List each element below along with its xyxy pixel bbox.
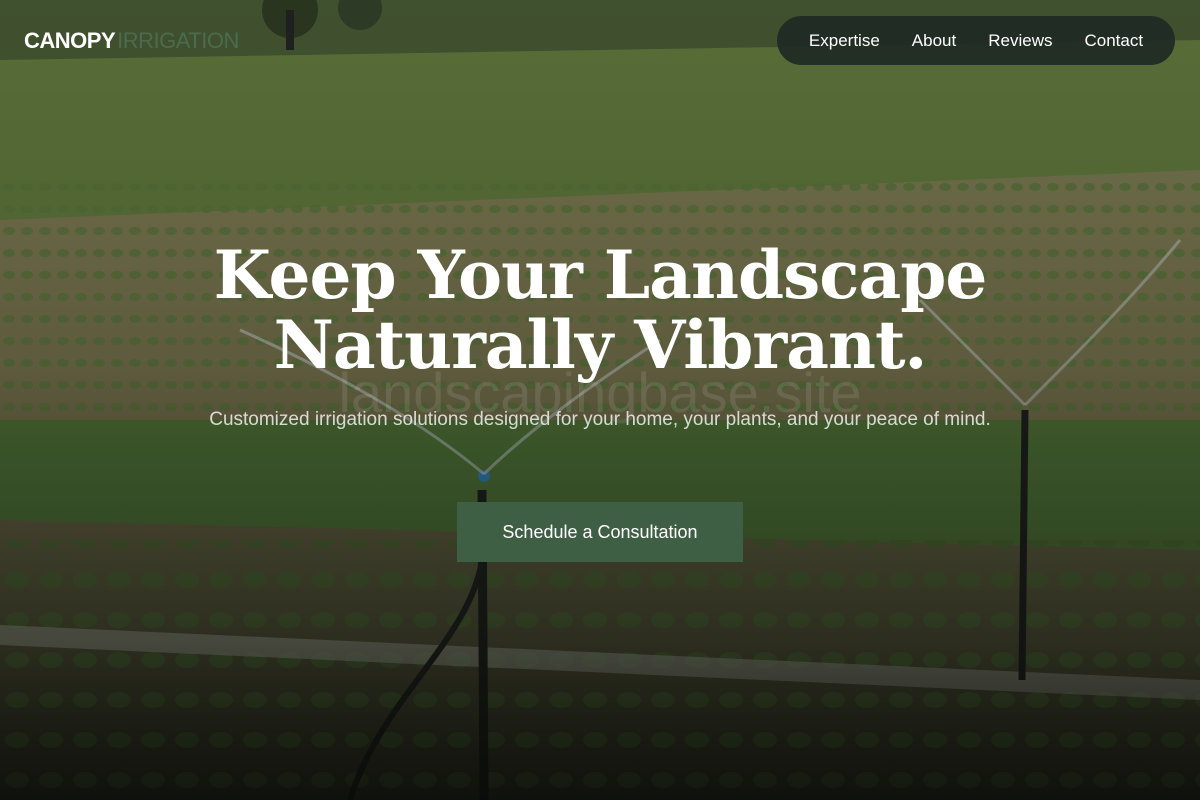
site-logo[interactable]: CANOPYIRRIGATION: [24, 28, 239, 54]
nav-link-reviews[interactable]: Reviews: [972, 31, 1068, 51]
main-nav: Expertise About Reviews Contact: [777, 16, 1175, 65]
nav-link-expertise[interactable]: Expertise: [793, 31, 896, 51]
hero-headline: Keep Your Landscape Naturally Vibrant.: [100, 240, 1100, 380]
logo-brand-text: CANOPY: [24, 28, 116, 53]
hero-section: CANOPYIRRIGATION Expertise About Reviews…: [0, 0, 1200, 800]
nav-link-contact[interactable]: Contact: [1068, 31, 1159, 51]
nav-link-about[interactable]: About: [896, 31, 972, 51]
schedule-consultation-button[interactable]: Schedule a Consultation: [457, 502, 743, 562]
hero-subtitle: Customized irrigation solutions designed…: [209, 409, 991, 430]
hero-headline-line-1: Keep Your Landscape: [213, 236, 988, 314]
logo-accent-text: IRRIGATION: [117, 28, 239, 53]
